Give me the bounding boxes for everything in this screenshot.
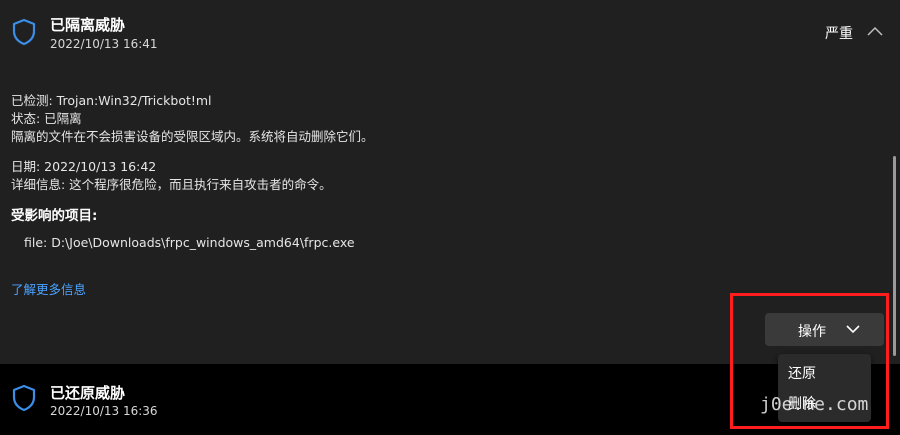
chevron-up-icon[interactable] bbox=[866, 24, 884, 38]
learn-more-link[interactable]: 了解更多信息 bbox=[11, 279, 86, 298]
watermark: j0e.me.com bbox=[760, 394, 869, 415]
affected-file-path: file: D:\Joe\Downloads\frpc_windows_amd6… bbox=[24, 235, 355, 250]
restored-timestamp: 2022/10/13 16:36 bbox=[50, 404, 158, 418]
details-text: 详细信息: 这个程序很危险，而且执行来自攻击者的命令。 bbox=[11, 177, 332, 192]
affected-items-heading: 受影响的项目: bbox=[11, 208, 98, 224]
restored-title: 已还原威胁 bbox=[50, 384, 126, 402]
threat-timestamp: 2022/10/13 16:41 bbox=[50, 37, 158, 51]
shield-icon bbox=[12, 384, 36, 412]
quarantine-note: 隔离的文件在不会损害设备的受限区域内。系统将自动删除它们。 bbox=[11, 129, 374, 144]
threat-title: 已隔离威胁 bbox=[50, 16, 126, 34]
detected-text: 已检测: Trojan:Win32/Trickbot!ml bbox=[11, 93, 212, 108]
scrollbar[interactable] bbox=[893, 156, 896, 356]
status-text: 状态: 已隔离 bbox=[11, 111, 82, 126]
severity-label: 严重 bbox=[825, 26, 853, 42]
shield-icon bbox=[12, 18, 36, 46]
date-text: 日期: 2022/10/13 16:42 bbox=[11, 159, 157, 174]
